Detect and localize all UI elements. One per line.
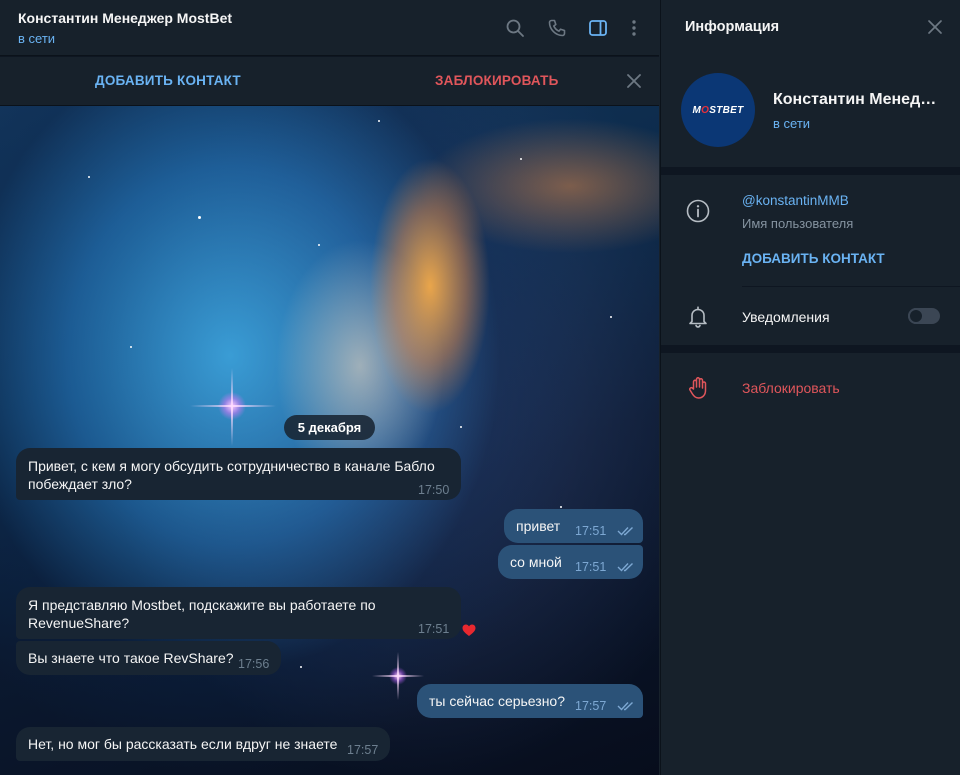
section-divider <box>661 167 960 175</box>
chat-status: в сети <box>18 31 56 46</box>
block-user-button[interactable]: Заблокировать <box>742 380 840 396</box>
message-time: 17:51 <box>575 524 607 538</box>
add-contact-button[interactable]: ДОБАВИТЬ КОНТАКТ <box>95 73 241 88</box>
message-outgoing[interactable]: ты сейчас серьезно? 17:57 <box>417 684 643 718</box>
chat-panel: Константин Менеджер MostBet в сети ДОБАВ… <box>0 0 659 775</box>
telegram-window: Константин Менеджер MostBet в сети ДОБАВ… <box>0 0 960 775</box>
message-time: 17:56 <box>238 657 270 671</box>
close-icon[interactable] <box>624 71 644 91</box>
message-outgoing[interactable]: привет 17:51 <box>504 509 643 543</box>
date-separator: 5 декабря <box>284 415 375 440</box>
message-text: Нет, но мог бы рассказать если вдруг не … <box>28 736 338 752</box>
message-text: Вы знаете что такое RevShare? <box>28 650 234 666</box>
double-check-icon <box>617 562 633 572</box>
message-incoming[interactable]: Нет, но мог бы рассказать если вдруг не … <box>16 727 390 761</box>
message-time: 17:51 <box>418 622 450 636</box>
add-contact-button[interactable]: ДОБАВИТЬ КОНТАКТ <box>742 251 885 266</box>
chat-title[interactable]: Константин Менеджер MostBet <box>18 10 232 26</box>
message-text: привет <box>516 518 561 534</box>
notifications-toggle[interactable] <box>908 308 940 324</box>
phone-icon[interactable] <box>545 16 569 40</box>
avatar[interactable]: MOSTBET <box>681 73 755 147</box>
message-time: 17:57 <box>575 699 607 713</box>
message-time: 17:50 <box>418 483 450 497</box>
contact-action-bar: ДОБАВИТЬ КОНТАКТ ЗАБЛОКИРОВАТЬ <box>0 57 659 106</box>
profile-name: Константин Менеджер MostBet <box>773 91 945 108</box>
block-button[interactable]: ЗАБЛОКИРОВАТЬ <box>435 73 559 88</box>
heart-reaction-icon[interactable] <box>462 624 476 637</box>
message-time: 17:57 <box>347 743 379 757</box>
toggle-knob <box>908 308 924 324</box>
profile-status: в сети <box>773 116 811 131</box>
more-vertical-icon[interactable] <box>622 16 646 40</box>
message-text: Я представляю Mostbet, подскажите вы раб… <box>28 597 376 631</box>
message-incoming[interactable]: Вы знаете что такое RevShare? 17:56 <box>16 641 281 675</box>
message-text: ты сейчас серьезно? <box>429 693 566 709</box>
message-text: со мной <box>510 554 562 570</box>
info-panel: Информация MOSTBET Константин Менеджер M… <box>660 0 960 775</box>
double-check-icon <box>617 526 633 536</box>
username-label: Имя пользователя <box>742 216 854 231</box>
info-icon <box>686 199 710 223</box>
row-divider <box>742 286 960 287</box>
username[interactable]: @konstantinMMB <box>742 193 849 208</box>
bell-icon <box>689 306 707 328</box>
notifications-label: Уведомления <box>742 309 830 325</box>
double-check-icon <box>617 701 633 711</box>
search-icon[interactable] <box>503 16 527 40</box>
message-time: 17:51 <box>575 560 607 574</box>
hand-stop-icon <box>689 377 707 399</box>
message-outgoing[interactable]: со мной 17:51 <box>498 545 643 579</box>
chat-header[interactable]: Константин Менеджер MostBet в сети <box>0 0 659 56</box>
close-icon[interactable] <box>926 18 944 36</box>
message-incoming[interactable]: Привет, с кем я могу обсудить сотрудниче… <box>16 448 461 500</box>
info-panel-title: Информация <box>685 19 780 35</box>
section-divider <box>661 345 960 353</box>
mostbet-logo: MOSTBET <box>692 104 744 116</box>
message-text: Привет, с кем я могу обсудить сотрудниче… <box>28 458 435 492</box>
sidebar-toggle-icon[interactable] <box>586 16 610 40</box>
message-incoming[interactable]: Я представляю Mostbet, подскажите вы раб… <box>16 587 461 639</box>
